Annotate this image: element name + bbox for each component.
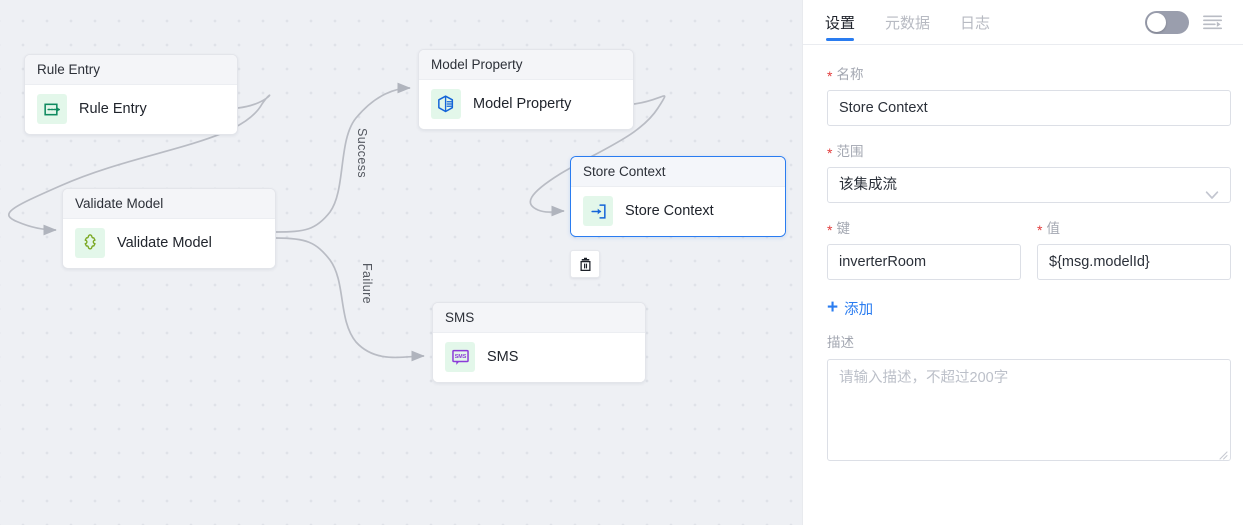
- settings-form: * 名称 Store Context * 范围 该集成流 * 键 inverte…: [803, 45, 1243, 525]
- label-text: 名称: [836, 67, 864, 82]
- node-body: Store Context: [571, 187, 785, 236]
- field-name: * 名称 Store Context: [827, 63, 1231, 126]
- node-validate-model[interactable]: Validate Model Validate Model: [62, 188, 276, 269]
- node-header-title: Store Context: [571, 157, 785, 187]
- node-body: Rule Entry: [25, 85, 237, 134]
- tab-metadata[interactable]: 元数据: [885, 0, 930, 45]
- node-header-title: Rule Entry: [25, 55, 237, 85]
- node-label: Model Property: [473, 96, 572, 112]
- node-body: SMS SMS: [433, 333, 645, 382]
- node-header-title: SMS: [433, 303, 645, 333]
- description-textarea[interactable]: 请输入描述，不超过200字: [827, 359, 1231, 461]
- key-input[interactable]: inverterRoom: [827, 244, 1021, 280]
- name-input[interactable]: Store Context: [827, 90, 1231, 126]
- edge-label-success: Success: [355, 128, 369, 179]
- label-text: 范围: [836, 144, 864, 159]
- node-store-context[interactable]: Store Context Store Context: [570, 156, 786, 237]
- node-label: Rule Entry: [79, 101, 147, 117]
- field-scope-label: * 范围: [827, 140, 1227, 160]
- field-key-label: * 键: [827, 217, 1021, 237]
- resize-grip-icon[interactable]: [1216, 446, 1228, 460]
- store-context-icon: [583, 196, 613, 226]
- model-property-icon: [431, 89, 461, 119]
- required-asterisk: *: [827, 145, 833, 161]
- field-description: 描述 请输入描述，不超过200字: [827, 331, 1231, 461]
- svg-text:SMS: SMS: [454, 354, 466, 360]
- field-key-value-row: * 键 inverterRoom * 值 ${msg.modelId}: [827, 217, 1231, 280]
- field-name-label: * 名称: [827, 63, 1227, 83]
- toggle-knob: [1147, 12, 1166, 32]
- flow-canvas[interactable]: Rule Entry Rule Entry Validate Model Val…: [0, 0, 802, 525]
- edge-label-failure: Failure: [360, 263, 374, 305]
- node-label: SMS: [487, 349, 519, 365]
- add-label: 添加: [844, 302, 874, 318]
- tab-settings[interactable]: 设置: [825, 0, 855, 45]
- node-sms[interactable]: SMS SMS SMS: [432, 302, 646, 383]
- plus-icon: +: [827, 297, 839, 318]
- description-placeholder: 请输入描述，不超过200字: [839, 370, 1009, 386]
- node-body: Model Property: [419, 80, 633, 129]
- kv-row: * 键 inverterRoom * 值 ${msg.modelId}: [827, 217, 1231, 280]
- field-description-label: 描述: [827, 335, 854, 350]
- chevron-down-icon: [1205, 180, 1219, 202]
- tab-logs[interactable]: 日志: [960, 0, 990, 45]
- sms-icon: SMS: [445, 342, 475, 372]
- field-key: * 键 inverterRoom: [827, 217, 1021, 280]
- rule-entry-icon: [37, 94, 67, 124]
- value-input[interactable]: ${msg.modelId}: [1037, 244, 1231, 280]
- field-value-label: * 值: [1037, 217, 1231, 237]
- trash-icon: [580, 257, 590, 271]
- properties-panel: 设置 元数据 日志 * 名称 Store Context * 范围 该集成流 *…: [802, 0, 1243, 525]
- app-root: Rule Entry Rule Entry Validate Model Val…: [0, 0, 1243, 525]
- list-expand-icon[interactable]: [1203, 14, 1223, 31]
- delete-node-button[interactable]: [570, 250, 600, 278]
- node-header-title: Validate Model: [63, 189, 275, 219]
- node-body: Validate Model: [63, 219, 275, 268]
- scope-select[interactable]: 该集成流: [827, 167, 1231, 203]
- field-value: * 值 ${msg.modelId}: [1037, 217, 1231, 280]
- puzzle-piece-icon: [75, 228, 105, 258]
- field-scope: * 范围 该集成流: [827, 140, 1231, 203]
- node-label: Store Context: [625, 203, 714, 219]
- label-text: 键: [836, 221, 850, 236]
- debug-toggle[interactable]: [1145, 10, 1189, 34]
- required-asterisk: *: [1037, 222, 1043, 238]
- node-header-title: Model Property: [419, 50, 633, 80]
- scope-selected-value: 该集成流: [839, 177, 897, 193]
- panel-tabs: 设置 元数据 日志: [803, 0, 1243, 45]
- add-key-value-button[interactable]: + 添加: [827, 298, 873, 319]
- required-asterisk: *: [827, 222, 833, 238]
- node-model-property[interactable]: Model Property Model Property: [418, 49, 634, 130]
- node-rule-entry[interactable]: Rule Entry Rule Entry: [24, 54, 238, 135]
- required-asterisk: *: [827, 68, 833, 84]
- node-label: Validate Model: [117, 235, 212, 251]
- label-text: 值: [1046, 221, 1060, 236]
